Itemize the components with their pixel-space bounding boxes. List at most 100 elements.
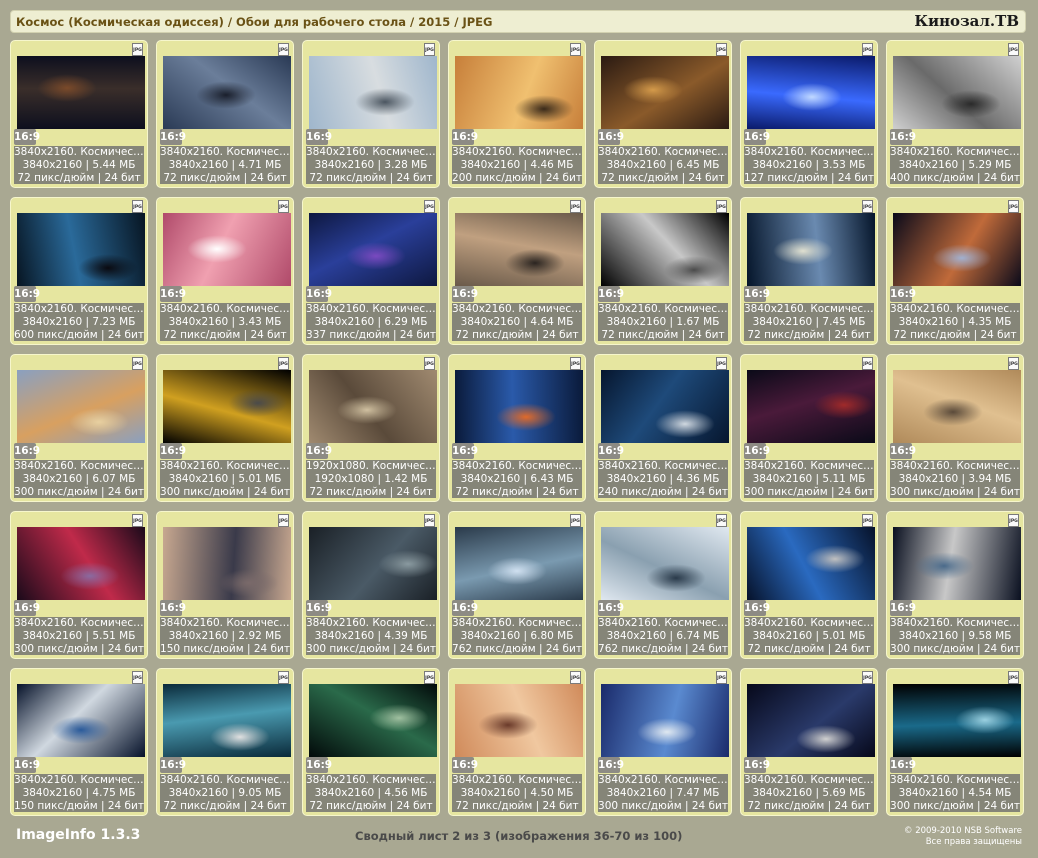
jpg-file-icon: JPG (716, 514, 727, 527)
thumbnail-image[interactable] (163, 56, 291, 129)
thumbnail-card[interactable]: JPG 16:9 3840x2160. Космическ... 3840x2160 … (448, 40, 586, 188)
thumbnail-image[interactable] (893, 527, 1021, 600)
image-dimensions: 3840x2160 | 4.35 МБ (898, 316, 1012, 328)
thumbnail-card[interactable]: JPG 16:9 3840x2160. Космическ... 3840x2160 … (156, 668, 294, 816)
thumbnail-info: 3840x2160. Космическ... 3840x2160 | 7.23 … (14, 303, 144, 341)
thumbnail-card[interactable]: JPG 16:9 3840x2160. Космическ... 3840x2160 … (448, 511, 586, 659)
thumbnail-image[interactable] (455, 527, 583, 600)
thumbnail-image[interactable] (17, 56, 145, 129)
thumbnail-image[interactable] (309, 213, 437, 286)
thumbnail-card[interactable]: JPG 16:9 3840x2160. Космическ... 3840x2160 … (886, 668, 1024, 816)
thumbnail-card[interactable]: JPG 16:9 3840x2160. Космическ... 3840x2160 … (10, 668, 148, 816)
thumbnail-image[interactable] (601, 684, 729, 757)
thumbnail-image[interactable] (163, 213, 291, 286)
thumbnail-card[interactable]: JPG 16:9 3840x2160. Космическ... 3840x2160 … (448, 354, 586, 502)
thumbnail-card[interactable]: JPG 16:9 3840x2160. Космическ... 3840x2160 … (594, 197, 732, 345)
thumbnail-card[interactable]: JPG 16:9 3840x2160. Космическ... 3840x2160 … (448, 197, 586, 345)
thumbnail-image[interactable] (747, 370, 875, 443)
thumbnail-image[interactable] (455, 370, 583, 443)
thumbnail-card[interactable]: JPG 16:9 3840x2160. Космическ... 3840x2160 … (886, 354, 1024, 502)
thumbnail-image[interactable] (309, 684, 437, 757)
thumbnail-card[interactable]: JPG 16:9 3840x2160. Космическ... 3840x2160 … (302, 197, 440, 345)
thumbnail-image[interactable] (893, 684, 1021, 757)
image-dimensions: 3840x2160 | 5.29 МБ (898, 159, 1012, 171)
image-metadata: 72 пикс/дюйм | 24 бит (163, 800, 287, 812)
thumbnail-card[interactable]: JPG 16:9 3840x2160. Космическ... 3840x2160 … (10, 511, 148, 659)
thumbnail-card[interactable]: JPG 16:9 3840x2160. Космическ... 3840x2160 … (594, 354, 732, 502)
thumbnail-image[interactable] (601, 370, 729, 443)
aspect-ratio-label: 16:9 (160, 286, 187, 302)
thumbnail-image[interactable] (747, 56, 875, 129)
aspect-ratio-label: 16:9 (14, 129, 41, 145)
thumbnail-card[interactable]: JPG 16:9 3840x2160. Космическ... 3840x2160 … (594, 511, 732, 659)
thumbnail-image[interactable] (309, 56, 437, 129)
thumbnail-info: 3840x2160. Космическ... 3840x2160 | 4.64 … (452, 303, 582, 341)
thumbnail-card[interactable]: JPG 16:9 3840x2160. Космическ... 3840x2160 … (448, 668, 586, 816)
thumbnail-image[interactable] (893, 370, 1021, 443)
thumbnail-image[interactable] (455, 684, 583, 757)
thumbnail-image[interactable] (163, 684, 291, 757)
thumbnail-card[interactable]: JPG 16:9 3840x2160. Космическ... 3840x2160 … (886, 511, 1024, 659)
file-name: 3840x2160. Космическ... (160, 774, 290, 786)
aspect-ratio-label: 16:9 (744, 600, 771, 616)
thumbnail-image[interactable] (601, 527, 729, 600)
thumbnail-card[interactable]: JPG 16:9 3840x2160. Космическ... 3840x2160 … (156, 40, 294, 188)
thumbnail-card[interactable]: JPG 16:9 3840x2160. Космическ... 3840x2160 … (740, 668, 878, 816)
thumbnail-image[interactable] (601, 213, 729, 286)
thumbnail-card[interactable]: JPG 16:9 3840x2160. Космическ... 3840x2160 … (302, 668, 440, 816)
image-metadata: 72 пикс/дюйм | 24 бит (601, 329, 725, 341)
thumbnail-info: 3840x2160. Космическ... 3840x2160 | 9.05 … (160, 774, 290, 812)
image-dimensions: 3840x2160 | 5.69 МБ (752, 787, 866, 799)
thumbnail-card[interactable]: JPG 16:9 3840x2160. Космическ... 3840x2160 … (156, 197, 294, 345)
image-metadata: 72 пикс/дюйм | 24 бит (893, 329, 1017, 341)
thumbnail-image[interactable] (747, 527, 875, 600)
jpg-file-icon: JPG (278, 671, 289, 684)
image-metadata: 72 пикс/дюйм | 24 бит (747, 643, 871, 655)
thumbnail-card[interactable]: JPG 16:9 3840x2160. Космическ... 3840x2160 … (302, 511, 440, 659)
thumbnail-image[interactable] (455, 56, 583, 129)
thumbnail-card[interactable]: JPG 16:9 3840x2160. Космическ... 3840x2160 … (886, 40, 1024, 188)
thumbnail-image[interactable] (17, 684, 145, 757)
file-name: 3840x2160. Космическ... (452, 774, 582, 786)
thumbnail-image[interactable] (163, 370, 291, 443)
thumbnail-card[interactable]: JPG 16:9 3840x2160. Космическ... 3840x2160 … (10, 354, 148, 502)
thumbnail-card[interactable]: JPG 16:9 3840x2160. Космическ... 3840x2160 … (302, 40, 440, 188)
thumbnail-card[interactable]: JPG 16:9 3840x2160. Космическ... 3840x2160 … (10, 40, 148, 188)
thumbnail-image[interactable] (747, 684, 875, 757)
thumbnail-image[interactable] (17, 213, 145, 286)
thumbnail-image[interactable] (601, 56, 729, 129)
thumbnail-card[interactable]: JPG 16:9 3840x2160. Космическ... 3840x2160 … (594, 668, 732, 816)
thumbnail-card[interactable]: JPG 16:9 3840x2160. Космическ... 3840x2160 … (740, 354, 878, 502)
thumbnail-card[interactable]: JPG 16:9 3840x2160. Космическ... 3840x2160 … (156, 354, 294, 502)
thumbnail-image[interactable] (17, 527, 145, 600)
thumbnail-info: 3840x2160. Космическ... 3840x2160 | 6.43 … (452, 460, 582, 498)
thumbnail-image[interactable] (455, 213, 583, 286)
thumbnail-card[interactable]: JPG 16:9 3840x2160. Космическ... 3840x2160 … (740, 40, 878, 188)
image-metadata: 127 пикс/дюйм | 24 бит (744, 172, 874, 184)
image-dimensions: 3840x2160 | 1.67 МБ (606, 316, 720, 328)
thumbnail-image[interactable] (893, 56, 1021, 129)
thumbnail-image[interactable] (893, 213, 1021, 286)
thumbnail-info: 3840x2160. Космическ... 3840x2160 | 6.29 … (306, 303, 436, 341)
file-name: 3840x2160. Космическ... (598, 460, 728, 472)
thumbnail-image[interactable] (163, 527, 291, 600)
thumbnail-card[interactable]: JPG 16:9 3840x2160. Космическ... 3840x2160 … (156, 511, 294, 659)
thumbnail-image[interactable] (17, 370, 145, 443)
thumbnail-info: 3840x2160. Космическ... 3840x2160 | 4.71 … (160, 146, 290, 184)
thumbnail-image[interactable] (747, 213, 875, 286)
aspect-ratio-label: 16:9 (890, 600, 917, 616)
thumbnail-card[interactable]: JPG 16:9 3840x2160. Космическ... 3840x2160 … (740, 511, 878, 659)
thumbnail-image[interactable] (309, 370, 437, 443)
thumbnail-card[interactable]: JPG 16:9 3840x2160. Космическ... 3840x2160 … (594, 40, 732, 188)
jpg-file-icon: JPG (716, 357, 727, 370)
image-dimensions: 3840x2160 | 7.47 МБ (606, 787, 720, 799)
thumbnail-card[interactable]: JPG 16:9 3840x2160. Космическ... 3840x2160 … (740, 197, 878, 345)
thumbnail-card[interactable]: JPG 16:9 3840x2160. Космическ... 3840x2160 … (10, 197, 148, 345)
jpg-file-icon: JPG (132, 43, 143, 56)
thumbnail-image[interactable] (309, 527, 437, 600)
image-metadata: 72 пикс/дюйм | 24 бит (309, 172, 433, 184)
thumbnail-card[interactable]: JPG 16:9 3840x2160. Космическ... 3840x2160 … (886, 197, 1024, 345)
aspect-ratio-label: 16:9 (890, 757, 917, 773)
thumbnail-card[interactable]: JPG 16:9 1920x1080. Космическ... 1920x1080 … (302, 354, 440, 502)
image-metadata: 300 пикс/дюйм | 24 бит (890, 486, 1020, 498)
